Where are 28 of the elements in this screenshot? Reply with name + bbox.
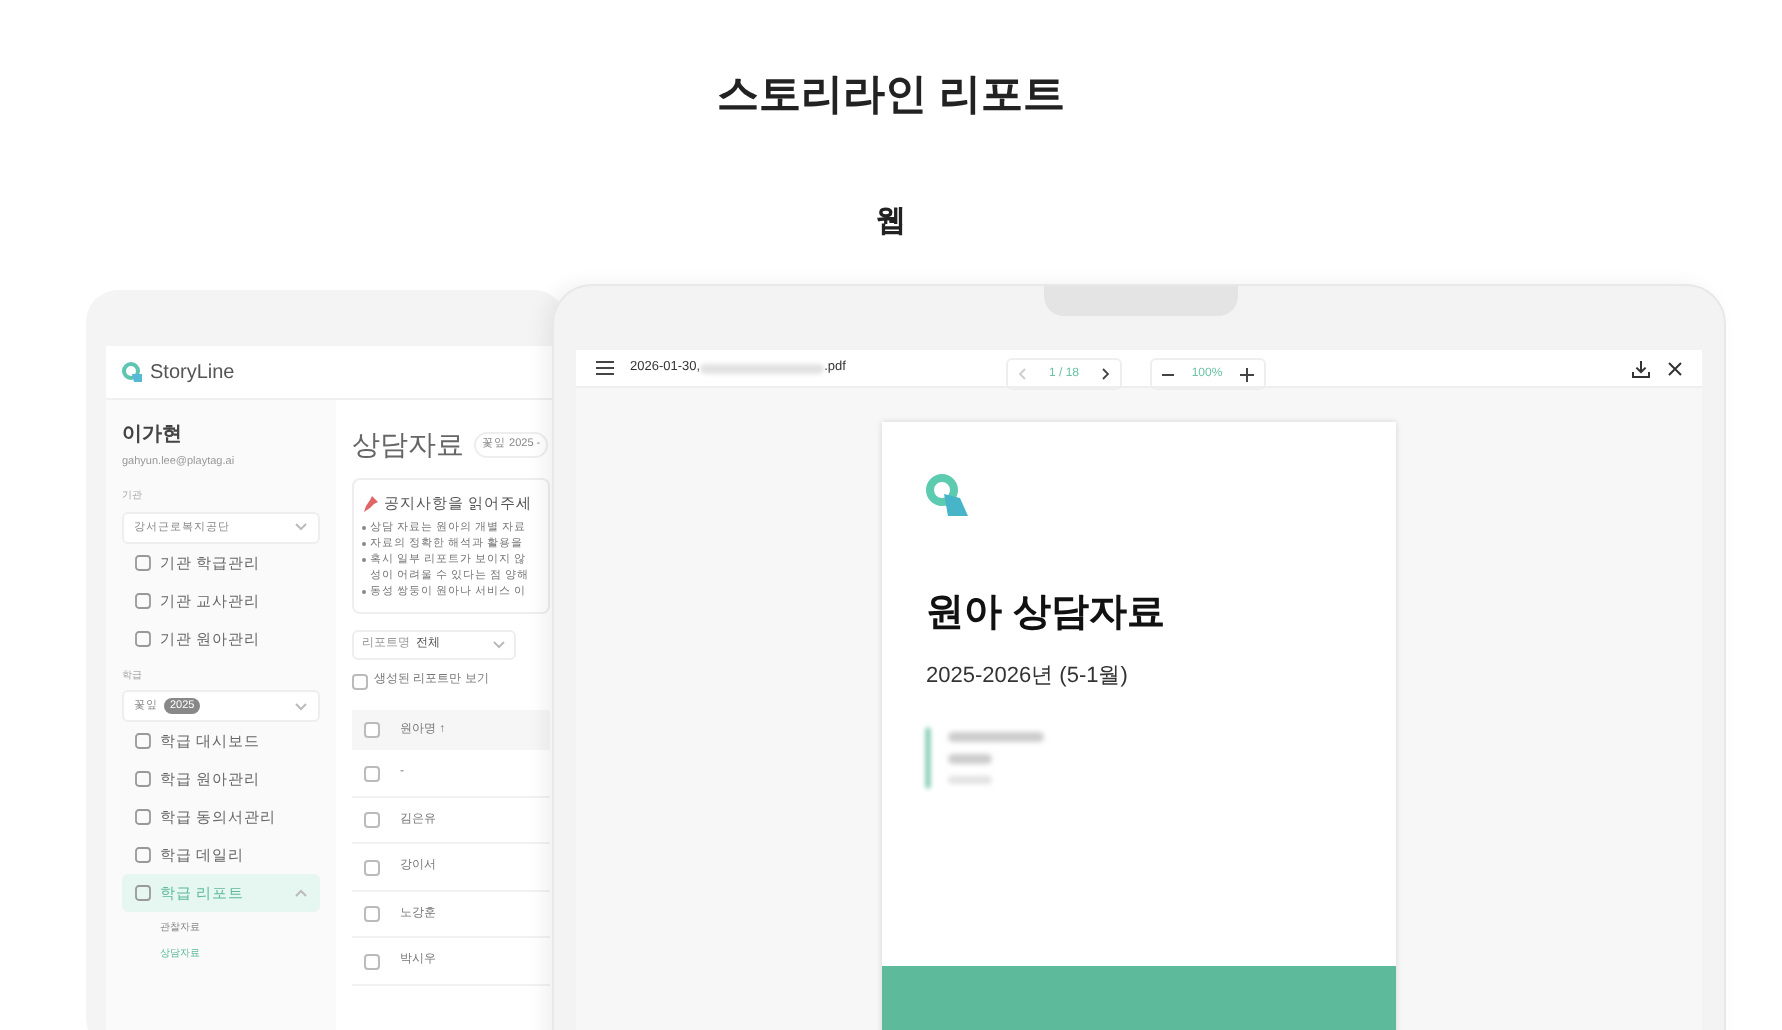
section-label: 웹 bbox=[876, 202, 906, 242]
download-icon[interactable] bbox=[1632, 359, 1650, 377]
main-title: 상담자료 bbox=[352, 426, 464, 464]
user-name: 이가현 bbox=[122, 422, 184, 450]
checkbox[interactable] bbox=[364, 722, 380, 739]
chevron-icon bbox=[294, 701, 308, 712]
chevron-icon bbox=[294, 522, 308, 533]
previous-page-icon[interactable] bbox=[1018, 368, 1026, 380]
logo-icon bbox=[926, 474, 970, 518]
redacted-text bbox=[700, 363, 825, 373]
checkbox[interactable] bbox=[364, 812, 380, 828]
checkbox[interactable] bbox=[352, 673, 368, 690]
chevron-icon bbox=[294, 888, 308, 899]
menu-icon[interactable] bbox=[596, 360, 614, 376]
chevron-icon bbox=[492, 640, 506, 651]
checkbox[interactable] bbox=[364, 859, 380, 875]
zoom-in-icon[interactable] bbox=[1239, 367, 1254, 381]
page-title: 스토리라인 리포트 bbox=[717, 70, 1065, 122]
pin-icon bbox=[362, 495, 378, 512]
close-icon[interactable] bbox=[1668, 361, 1682, 375]
document-period: 2025-2026년 (5-1월) bbox=[926, 661, 1130, 691]
logo-icon bbox=[122, 361, 144, 383]
logo-text: StoryLine bbox=[150, 359, 235, 387]
next-page-icon[interactable] bbox=[1101, 368, 1110, 380]
document-title: 원아 상담자료 bbox=[926, 590, 1167, 638]
checkbox[interactable] bbox=[364, 906, 380, 922]
checkbox[interactable] bbox=[364, 765, 380, 781]
checkbox[interactable] bbox=[364, 953, 380, 969]
